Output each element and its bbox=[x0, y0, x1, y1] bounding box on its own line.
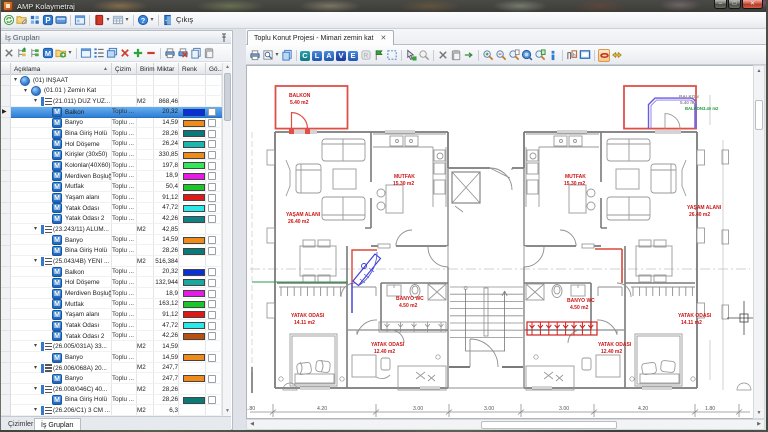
svg-text:YATAK ODASI: YATAK ODASI bbox=[678, 313, 712, 319]
svg-text:15.30 m2: 15.30 m2 bbox=[393, 181, 414, 187]
svg-text:YATAK ODASI: YATAK ODASI bbox=[371, 342, 405, 348]
svg-text:3.00: 3.00 bbox=[559, 406, 569, 412]
svg-text:R: R bbox=[363, 52, 368, 59]
svg-text:5.40 m2: 5.40 m2 bbox=[680, 100, 697, 105]
svg-text:?: ? bbox=[140, 16, 145, 25]
svg-text:BALKON: BALKON bbox=[289, 93, 311, 99]
svg-text:3.00: 3.00 bbox=[484, 406, 494, 412]
svg-text:15.30 m2: 15.30 m2 bbox=[564, 181, 585, 187]
svg-text:5.40 m2: 5.40 m2 bbox=[290, 100, 309, 106]
svg-text:MUTFAK: MUTFAK bbox=[565, 174, 586, 180]
svg-text:BANYO WC: BANYO WC bbox=[567, 298, 595, 304]
svg-text:P: P bbox=[45, 16, 50, 25]
svg-text:4.50 m2: 4.50 m2 bbox=[570, 305, 589, 311]
svg-text:3.00: 3.00 bbox=[413, 406, 423, 412]
svg-text:YAŞAM ALANI: YAŞAM ALANI bbox=[286, 212, 321, 218]
svg-text:26.40 m2: 26.40 m2 bbox=[288, 219, 309, 225]
svg-text:12.40 m2: 12.40 m2 bbox=[374, 349, 395, 355]
svg-text:14.11 m2: 14.11 m2 bbox=[681, 320, 702, 326]
svg-text:MUTFAK: MUTFAK bbox=[394, 174, 415, 180]
svg-text:BANYO WC: BANYO WC bbox=[396, 296, 424, 302]
svg-text:1.80: 1.80 bbox=[705, 406, 715, 412]
svg-text:YATAK ODASI: YATAK ODASI bbox=[598, 342, 632, 348]
svg-text:YATAK ODASI: YATAK ODASI bbox=[291, 313, 325, 319]
svg-text:3.40 m2: 3.40 m2 bbox=[703, 106, 719, 111]
svg-text:M: M bbox=[44, 49, 50, 58]
svg-text:BALKON: BALKON bbox=[679, 94, 699, 99]
svg-text:12.40 m2: 12.40 m2 bbox=[601, 349, 622, 355]
svg-text:4.50 m2: 4.50 m2 bbox=[399, 303, 418, 309]
svg-text:h: h bbox=[573, 52, 576, 57]
svg-text:1.80: 1.80 bbox=[247, 406, 255, 412]
svg-text:4.20: 4.20 bbox=[638, 406, 648, 412]
svg-text:14.11 m2: 14.11 m2 bbox=[294, 320, 315, 326]
svg-text:YAŞAM ALANI: YAŞAM ALANI bbox=[687, 205, 722, 211]
svg-text:BALKON: BALKON bbox=[685, 106, 703, 111]
svg-text:26.40 m2: 26.40 m2 bbox=[689, 212, 710, 218]
svg-text:4.20: 4.20 bbox=[317, 406, 327, 412]
